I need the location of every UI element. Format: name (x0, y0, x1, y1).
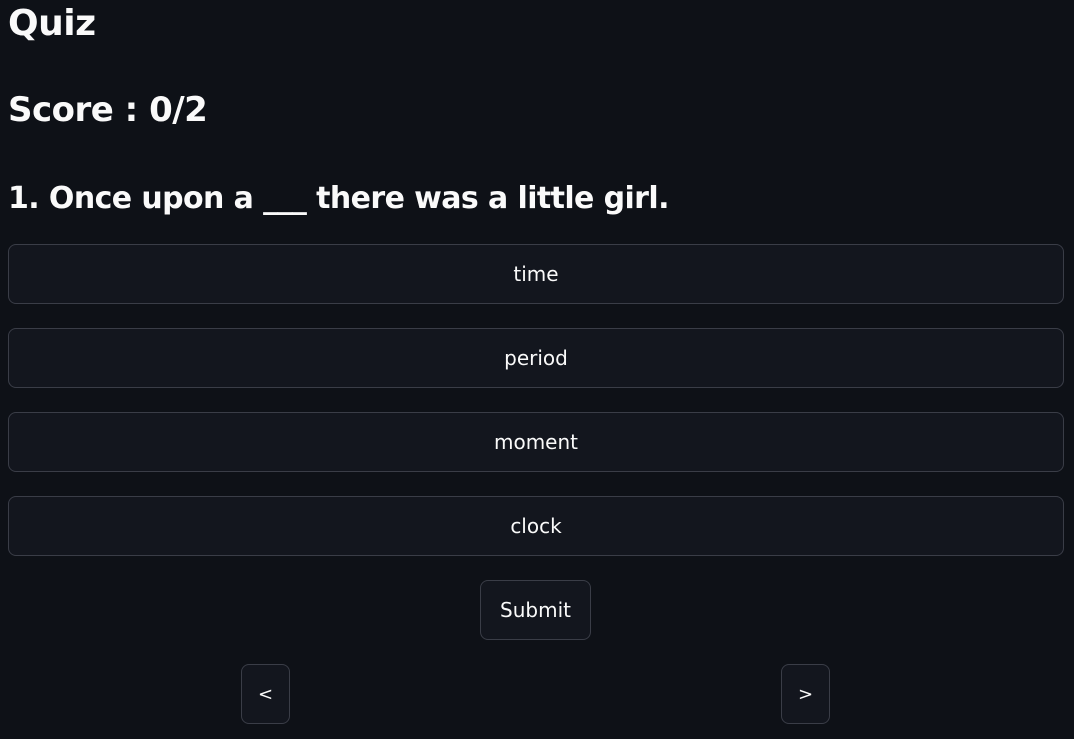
next-question-button[interactable]: > (781, 664, 830, 724)
submit-button[interactable]: Submit (480, 580, 591, 640)
answer-options: time period moment clock (8, 244, 1064, 580)
option-button-period[interactable]: period (8, 328, 1064, 388)
option-button-moment[interactable]: moment (8, 412, 1064, 472)
previous-question-button[interactable]: < (241, 664, 290, 724)
question-text: 1. Once upon a ___ there was a little gi… (8, 181, 669, 216)
option-button-time[interactable]: time (8, 244, 1064, 304)
score-display: Score : 0/2 (8, 90, 208, 130)
page-title: Quiz (8, 3, 96, 44)
option-button-clock[interactable]: clock (8, 496, 1064, 556)
